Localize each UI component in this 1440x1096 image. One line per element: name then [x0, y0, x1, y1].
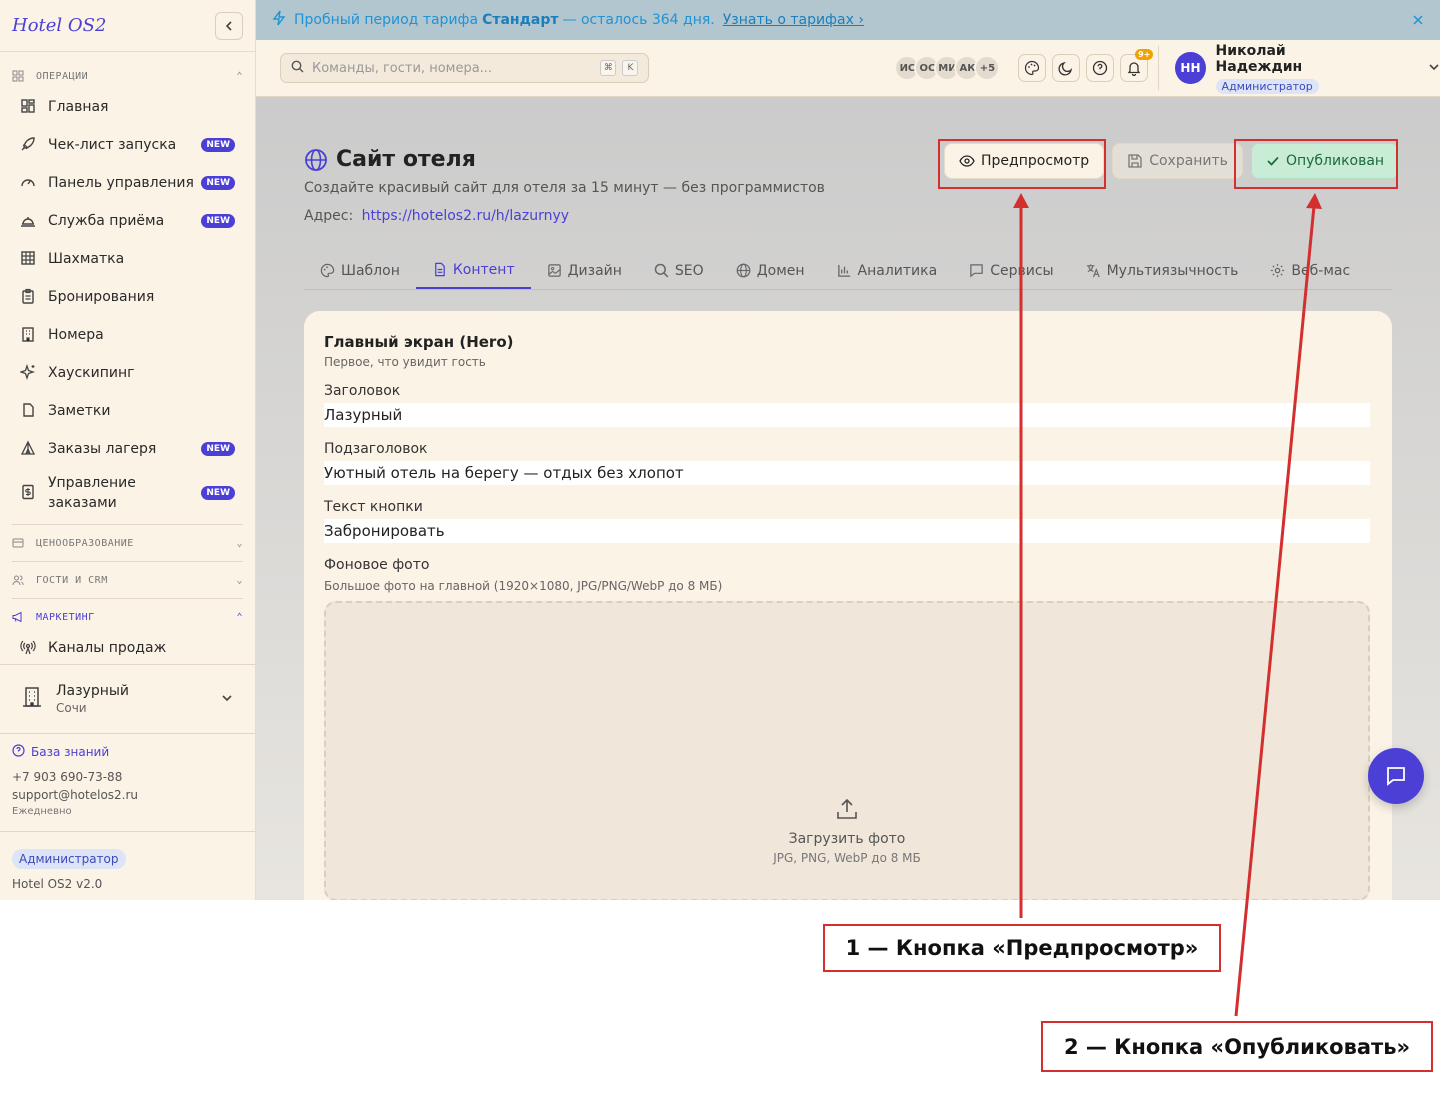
arrow-head-1: [1013, 193, 1029, 208]
arrow-line-2: [1234, 205, 1316, 1017]
callout-publish: 2 — Кнопка «Опубликовать»: [1041, 1021, 1433, 1072]
callout-preview: 1 — Кнопка «Предпросмотр»: [823, 924, 1221, 972]
arrow-head-2: [1306, 193, 1322, 209]
annotation-arrows: [1013, 193, 1322, 1017]
